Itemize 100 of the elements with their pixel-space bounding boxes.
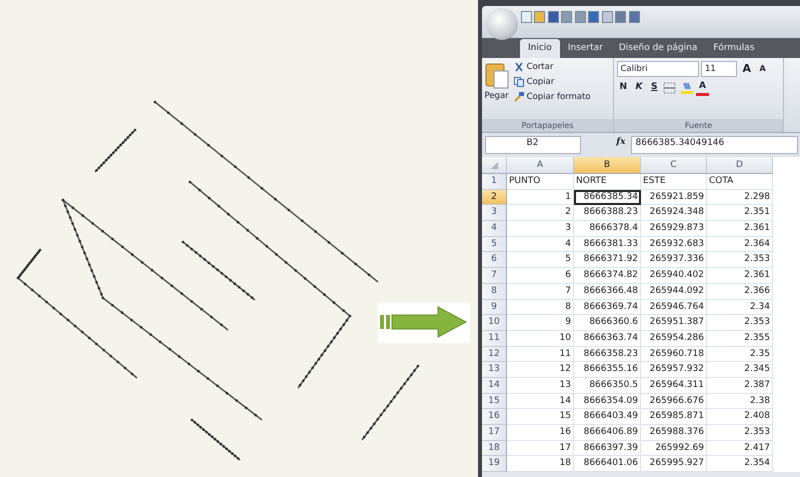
table-cell: 8666350.5 bbox=[574, 378, 641, 394]
fill-color-icon[interactable] bbox=[680, 81, 694, 94]
font-size-field[interactable]: 11 bbox=[701, 60, 737, 77]
table-cell: 3 bbox=[507, 221, 574, 237]
row-header[interactable]: 12 bbox=[482, 346, 507, 362]
clipboard-command[interactable]: Copiar bbox=[514, 76, 591, 88]
table-cell: 8666369.74 bbox=[574, 300, 641, 316]
row-header[interactable]: 11 bbox=[482, 330, 507, 347]
ribbon-tab[interactable]: Diseño de página bbox=[610, 38, 706, 58]
column-header[interactable]: A bbox=[507, 157, 574, 174]
table-cell: 265960.718 bbox=[641, 346, 707, 362]
table-cell: 7 bbox=[507, 284, 574, 300]
copy-icon bbox=[514, 77, 524, 88]
row-header[interactable]: 3 bbox=[482, 205, 507, 222]
table-cell: 8666354.09 bbox=[574, 394, 641, 410]
table-cell: 14 bbox=[507, 394, 574, 410]
table-cell: COTA bbox=[707, 174, 773, 190]
table-cell: 2.351 bbox=[707, 205, 773, 222]
row-header[interactable]: 5 bbox=[482, 236, 507, 252]
table-cell: 11 bbox=[507, 346, 574, 362]
shrink-font-button[interactable]: A bbox=[756, 62, 769, 75]
table-cell: 1 bbox=[507, 190, 574, 206]
group-label: Fuente bbox=[614, 119, 783, 132]
table-cell: 2.353 bbox=[707, 425, 773, 441]
table-cell: 265992.69 bbox=[641, 440, 707, 456]
row-header[interactable]: 10 bbox=[482, 315, 507, 331]
select-all-icon[interactable] bbox=[489, 160, 499, 170]
clipboard-command[interactable]: Copiar formato bbox=[514, 91, 591, 104]
table-cell: 8666374.82 bbox=[574, 268, 641, 284]
italic-button[interactable]: K bbox=[632, 81, 646, 94]
table-cell: 2.417 bbox=[707, 440, 773, 456]
table-cell: 2.345 bbox=[707, 362, 773, 378]
table-cell: 8666403.49 bbox=[574, 409, 641, 425]
table-cell: 265929.873 bbox=[641, 221, 707, 237]
function-label[interactable]: fx bbox=[586, 136, 626, 154]
table-cell: 2.355 bbox=[707, 330, 773, 347]
bold-button[interactable]: N bbox=[616, 81, 630, 94]
table-cell: 8666366.48 bbox=[574, 284, 641, 300]
table-cell: 2.361 bbox=[707, 268, 773, 284]
table-cell: 2.35 bbox=[707, 346, 773, 362]
column-header[interactable]: D bbox=[707, 157, 773, 174]
table-cell: 265985.871 bbox=[641, 409, 707, 425]
table-cell: 265937.336 bbox=[641, 252, 707, 268]
name-box[interactable]: B2 bbox=[484, 136, 580, 154]
table-cell: 5 bbox=[507, 252, 574, 268]
column-header[interactable]: C bbox=[641, 157, 707, 174]
clipboard-icon bbox=[484, 60, 509, 88]
table-cell: 2.361 bbox=[707, 221, 773, 237]
table-cell: 265940.402 bbox=[641, 268, 707, 284]
table-cell: 8666363.74 bbox=[574, 330, 641, 347]
ribbon-tab[interactable]: Insertar bbox=[560, 38, 611, 58]
font-color-button[interactable]: A bbox=[696, 80, 709, 96]
table-cell: 2.364 bbox=[707, 236, 773, 252]
borders-icon[interactable] bbox=[663, 82, 678, 94]
table-cell: 8666397.39 bbox=[574, 440, 641, 456]
table-cell: 2.298 bbox=[707, 190, 773, 206]
row-header[interactable]: 17 bbox=[482, 425, 507, 441]
table-cell: 8666355.16 bbox=[574, 362, 641, 378]
table-cell: 265951.387 bbox=[641, 315, 707, 331]
underline-button[interactable]: S bbox=[648, 81, 661, 94]
table-cell: 8666378.4 bbox=[574, 221, 641, 237]
clipboard-command[interactable]: Cortar bbox=[514, 60, 591, 74]
table-cell: 265921.859 bbox=[641, 190, 707, 206]
row-header[interactable]: 2 bbox=[482, 190, 507, 206]
ribbon-tab[interactable]: Inicio bbox=[520, 38, 560, 58]
office-button[interactable] bbox=[486, 8, 518, 40]
scissors-icon bbox=[514, 62, 524, 72]
table-cell: 12 bbox=[507, 362, 574, 378]
row-header[interactable]: 4 bbox=[482, 221, 507, 237]
formula-field[interactable]: 8666385.34049146 bbox=[630, 136, 798, 154]
row-header[interactable]: 16 bbox=[482, 409, 507, 425]
row-header[interactable]: 6 bbox=[482, 252, 507, 268]
row-header[interactable]: 19 bbox=[482, 456, 507, 472]
font-name-field[interactable]: Calibri bbox=[616, 60, 698, 77]
row-header[interactable]: 1 bbox=[482, 174, 507, 190]
table-cell: 2.354 bbox=[707, 456, 773, 472]
ribbon-tab[interactable]: Fórmulas bbox=[705, 38, 762, 58]
row-header[interactable]: 8 bbox=[482, 284, 507, 300]
column-header[interactable]: B bbox=[574, 157, 641, 174]
save-icon[interactable] bbox=[548, 11, 558, 23]
table-cell: 265966.676 bbox=[641, 394, 707, 410]
right-arrow-icon bbox=[380, 306, 468, 338]
row-header[interactable]: 7 bbox=[482, 268, 507, 284]
table-cell: 9 bbox=[507, 315, 574, 331]
paintbrush-icon bbox=[514, 92, 524, 102]
table-cell: 265924.348 bbox=[641, 205, 707, 222]
row-header[interactable]: 18 bbox=[482, 440, 507, 456]
new-document-icon[interactable] bbox=[520, 11, 532, 23]
row-header[interactable]: 9 bbox=[482, 300, 507, 316]
row-header[interactable]: 13 bbox=[482, 362, 507, 378]
table-cell: 8666358.23 bbox=[574, 346, 641, 362]
table-cell: 265944.092 bbox=[641, 284, 707, 300]
row-header[interactable]: 14 bbox=[482, 378, 507, 394]
row-header[interactable]: 15 bbox=[482, 394, 507, 410]
table-cell: 265932.683 bbox=[641, 236, 707, 252]
grow-font-button[interactable]: A bbox=[740, 60, 754, 77]
table-cell: 18 bbox=[507, 456, 574, 472]
table-cell: 265964.311 bbox=[641, 378, 707, 394]
table-cell: 8666360.6 bbox=[574, 315, 641, 331]
paste-button[interactable]: Pegar bbox=[484, 60, 509, 104]
